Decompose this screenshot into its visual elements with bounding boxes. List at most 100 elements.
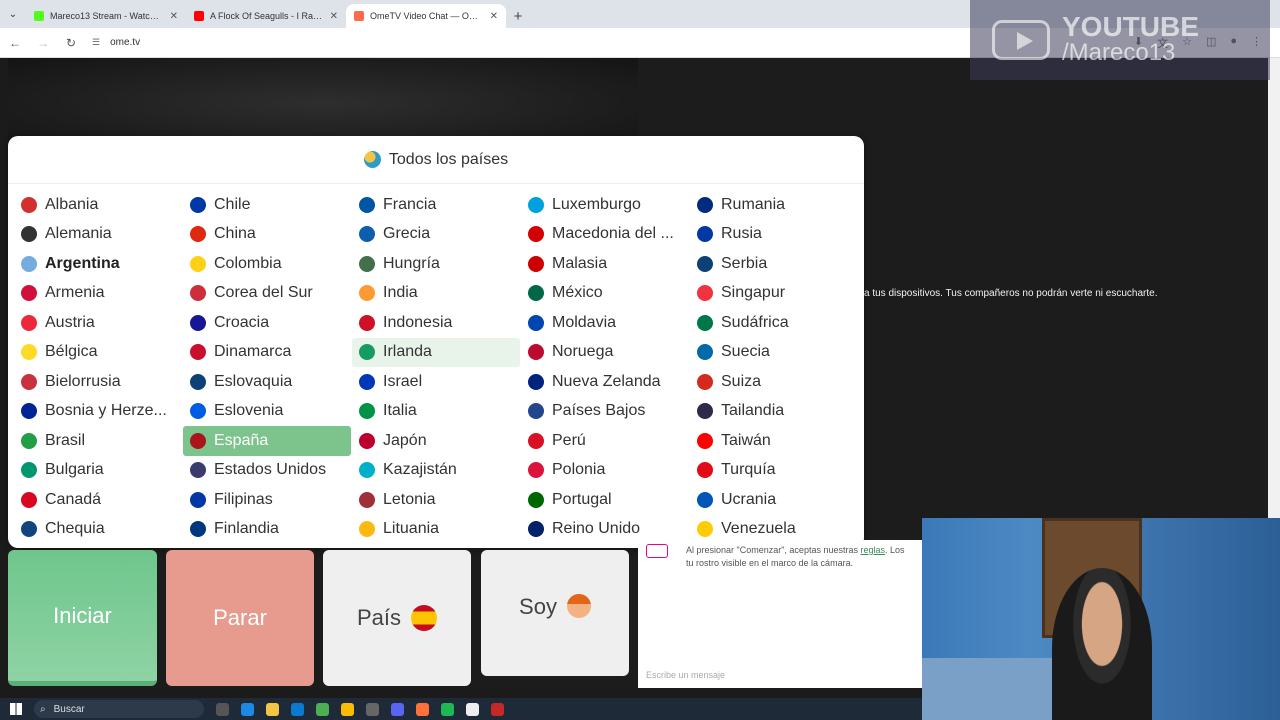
chat-input[interactable]: Escribe un mensaje — [646, 670, 725, 680]
country-option[interactable]: Filipinas — [183, 485, 351, 515]
windows-start-icon[interactable] — [10, 703, 22, 715]
firefox-icon[interactable] — [416, 702, 429, 716]
country-option[interactable]: Luxemburgo — [521, 190, 689, 220]
country-option[interactable]: Hungría — [352, 249, 520, 279]
country-option[interactable]: Grecia — [352, 220, 520, 250]
country-flag-icon — [528, 255, 544, 272]
country-option[interactable]: Ucrania — [690, 485, 858, 515]
country-option[interactable]: Suecia — [690, 338, 858, 368]
country-option[interactable]: Italia — [352, 397, 520, 427]
country-option[interactable]: Bulgaria — [14, 456, 182, 486]
country-option[interactable]: Austria — [14, 308, 182, 338]
country-option[interactable]: Chile — [183, 190, 351, 220]
country-option[interactable]: España — [183, 426, 351, 456]
site-info-icon[interactable]: ☰ — [92, 37, 100, 48]
country-option[interactable]: Estados Unidos — [183, 456, 351, 486]
obs-icon[interactable] — [491, 702, 504, 716]
tab-search-chevron-icon[interactable]: ⌄ — [0, 0, 26, 28]
country-option[interactable]: Serbia — [690, 249, 858, 279]
country-option[interactable]: Indonesia — [352, 308, 520, 338]
country-option[interactable]: Nueva Zelanda — [521, 367, 689, 397]
country-option[interactable]: Canadá — [14, 485, 182, 515]
country-option[interactable]: Israel — [352, 367, 520, 397]
country-flag-icon — [359, 196, 375, 213]
country-label: España — [214, 431, 269, 449]
country-option[interactable]: Chequia — [14, 515, 182, 545]
country-option[interactable]: Albania — [14, 190, 182, 220]
country-option[interactable]: Macedonia del ... — [521, 220, 689, 250]
country-option[interactable]: Letonia — [352, 485, 520, 515]
country-option[interactable]: Taiwán — [690, 426, 858, 456]
start-button[interactable]: Iniciar — [8, 550, 157, 686]
country-label: Nueva Zelanda — [552, 372, 661, 390]
country-option[interactable]: Países Bajos — [521, 397, 689, 427]
country-option[interactable]: Tailandia — [690, 397, 858, 427]
rules-link[interactable]: reglas — [861, 545, 886, 555]
country-option[interactable]: Noruega — [521, 338, 689, 368]
country-label: Eslovaquia — [214, 372, 293, 390]
tab-ometv[interactable]: OmeTV Video Chat — Omegle ✕ — [346, 4, 506, 28]
all-countries-option[interactable]: Todos los países — [8, 136, 864, 184]
country-option[interactable]: Eslovenia — [183, 397, 351, 427]
country-option[interactable]: Argentina — [14, 249, 182, 279]
country-option[interactable]: Suiza — [690, 367, 858, 397]
country-option[interactable]: India — [352, 279, 520, 309]
country-label: Sudáfrica — [721, 313, 789, 331]
country-option[interactable]: Singapur — [690, 279, 858, 309]
country-option[interactable]: Croacia — [183, 308, 351, 338]
copilot-icon[interactable] — [241, 702, 254, 716]
country-option[interactable]: Bielorrusia — [14, 367, 182, 397]
country-option[interactable]: Dinamarca — [183, 338, 351, 368]
country-option[interactable]: Brasil — [14, 426, 182, 456]
country-button[interactable]: País — [323, 550, 471, 686]
app-icon[interactable] — [366, 702, 379, 716]
gender-button[interactable]: Soy — [481, 550, 629, 676]
back-icon[interactable]: ← — [8, 36, 22, 50]
country-option[interactable]: Armenia — [14, 279, 182, 309]
country-option[interactable]: Japón — [352, 426, 520, 456]
edge-icon[interactable] — [291, 702, 304, 716]
country-option[interactable]: Malasia — [521, 249, 689, 279]
country-option[interactable]: México — [521, 279, 689, 309]
url-field[interactable]: ☰ ome.tv — [92, 37, 140, 48]
file-explorer-icon[interactable] — [266, 702, 279, 716]
forward-icon[interactable]: → — [36, 36, 50, 50]
taskbar-search[interactable]: ⌕ Buscar — [34, 700, 204, 718]
country-option[interactable]: Rusia — [690, 220, 858, 250]
country-option[interactable]: Corea del Sur — [183, 279, 351, 309]
country-option[interactable]: Lituania — [352, 515, 520, 545]
reload-icon[interactable]: ↻ — [64, 36, 78, 50]
country-label: Portugal — [552, 490, 612, 508]
country-option[interactable]: Irlanda — [352, 337, 520, 367]
country-option[interactable]: Moldavia — [521, 308, 689, 338]
country-option[interactable]: Polonia — [521, 456, 689, 486]
country-option[interactable]: China — [183, 220, 351, 250]
new-tab-button[interactable]: + — [506, 4, 530, 28]
country-option[interactable]: Portugal — [521, 485, 689, 515]
spotify-icon[interactable] — [441, 702, 454, 716]
country-option[interactable]: Francia — [352, 190, 520, 220]
tab-close-icon[interactable]: ✕ — [170, 11, 178, 22]
notepad-icon[interactable] — [466, 702, 479, 716]
tab-kick[interactable]: Mareco13 Stream - Watch Live ✕ — [26, 4, 186, 28]
tab-youtube[interactable]: A Flock Of Seagulls - I Ran (So F ✕ — [186, 4, 346, 28]
country-option[interactable]: Perú — [521, 426, 689, 456]
chrome-icon[interactable] — [341, 702, 354, 716]
country-option[interactable]: Turquía — [690, 456, 858, 486]
stop-button[interactable]: Parar — [166, 550, 314, 686]
country-option[interactable]: Bélgica — [14, 338, 182, 368]
task-view-icon[interactable] — [216, 702, 229, 716]
country-option[interactable]: Sudáfrica — [690, 308, 858, 338]
discord-icon[interactable] — [391, 702, 404, 716]
country-option[interactable]: Alemania — [14, 220, 182, 250]
country-option[interactable]: Kazajistán — [352, 456, 520, 486]
country-option[interactable]: Colombia — [183, 249, 351, 279]
country-option[interactable]: Eslovaquia — [183, 367, 351, 397]
tab-close-icon[interactable]: ✕ — [490, 11, 498, 22]
tab-close-icon[interactable]: ✕ — [330, 11, 338, 22]
store-icon[interactable] — [316, 702, 329, 716]
country-option[interactable]: Finlandia — [183, 515, 351, 545]
country-option[interactable]: Bosnia y Herze... — [14, 397, 182, 427]
country-option[interactable]: Rumania — [690, 190, 858, 220]
webcam-person — [1052, 568, 1152, 720]
